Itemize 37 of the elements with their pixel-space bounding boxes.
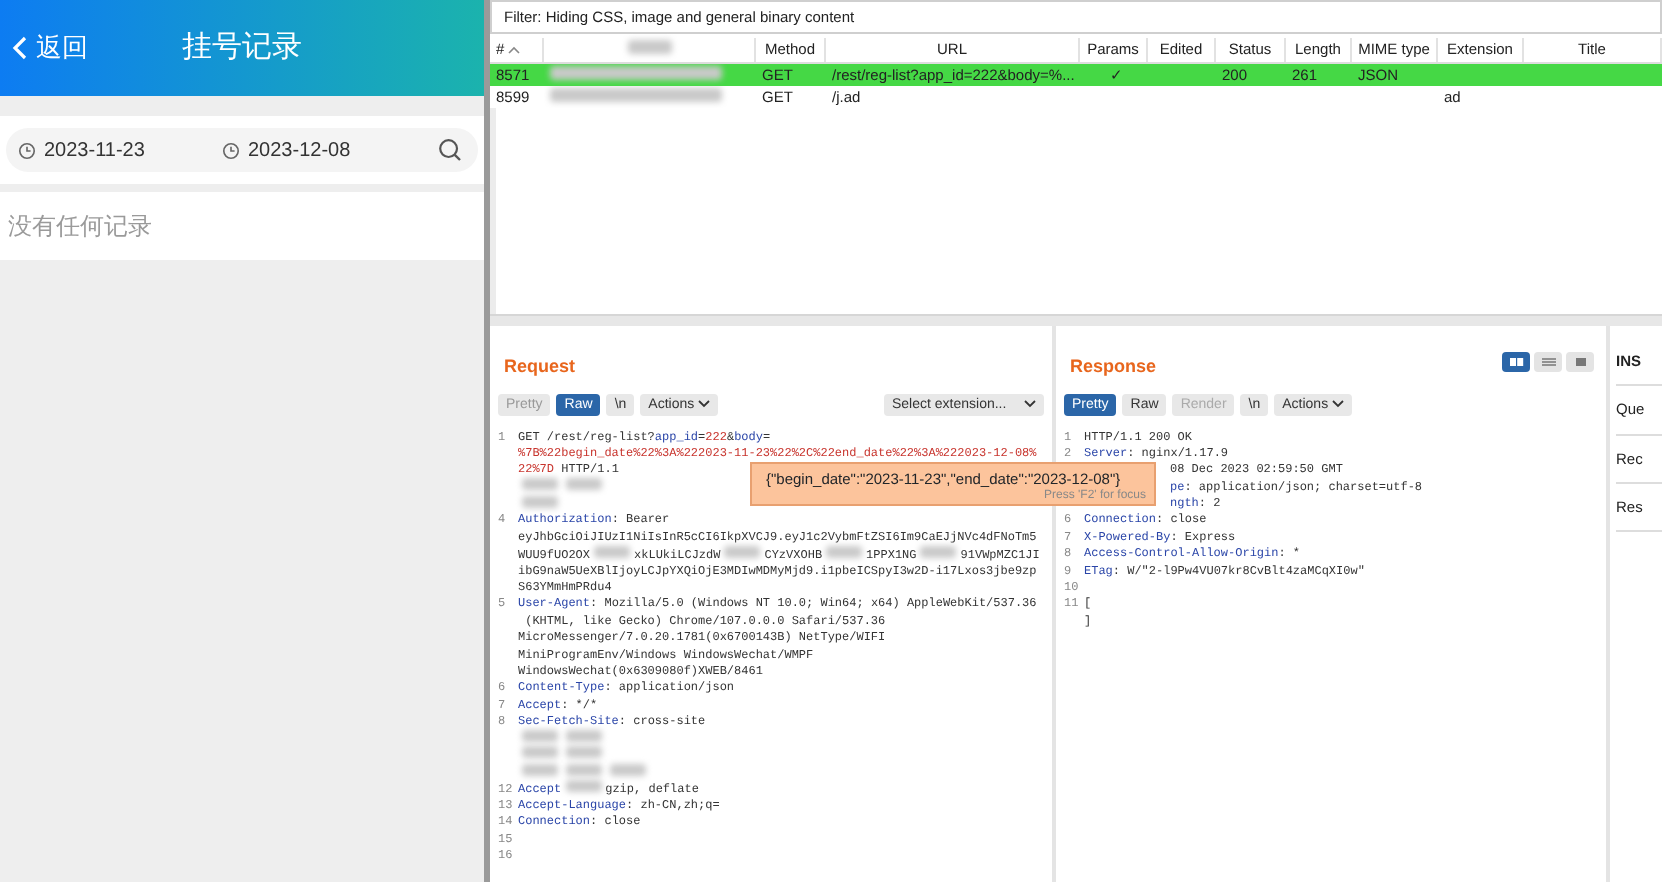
clock-icon bbox=[222, 141, 240, 159]
view-mode-button[interactable] bbox=[1534, 352, 1562, 372]
redacted-text bbox=[522, 478, 558, 491]
redacted-text bbox=[566, 730, 602, 743]
view-mode-button[interactable] bbox=[1566, 352, 1594, 372]
start-date-field[interactable]: 2023-11-23 bbox=[44, 135, 145, 165]
redacted-text bbox=[566, 763, 602, 776]
clock-icon bbox=[18, 141, 36, 159]
redacted-text bbox=[522, 763, 558, 776]
view-mode-button[interactable] bbox=[1502, 352, 1530, 372]
redacted-text bbox=[522, 495, 558, 508]
redacted-text bbox=[522, 730, 558, 743]
caret-icon bbox=[1024, 400, 1036, 408]
single-view-icon bbox=[1571, 356, 1589, 368]
end-date-field[interactable]: 2023-12-08 bbox=[248, 135, 351, 165]
redacted-text bbox=[826, 545, 863, 558]
caret-icon bbox=[698, 400, 711, 408]
back-chevron-icon bbox=[12, 36, 28, 60]
pane-title: Response bbox=[1070, 354, 1157, 380]
redacted-text bbox=[565, 780, 602, 793]
search-icon[interactable] bbox=[438, 138, 462, 162]
redacted-text bbox=[522, 746, 558, 759]
page-title: 挂号记录 bbox=[182, 27, 302, 68]
redacted-text bbox=[610, 763, 646, 776]
redacted-column-header bbox=[627, 40, 671, 55]
sort-caret-icon bbox=[508, 46, 521, 54]
caret-icon bbox=[1332, 400, 1345, 408]
empty-message: 没有任何记录 bbox=[8, 210, 152, 244]
redacted-text bbox=[566, 478, 602, 491]
redacted-text bbox=[724, 545, 761, 558]
rows-view-icon bbox=[1539, 356, 1557, 368]
split-view-icon bbox=[1507, 356, 1525, 368]
redacted-text bbox=[594, 545, 631, 558]
back-button[interactable]: 返回 bbox=[0, 26, 100, 70]
pane-title: Request bbox=[504, 354, 576, 380]
redacted-text bbox=[920, 545, 957, 558]
redacted-text bbox=[566, 746, 602, 759]
